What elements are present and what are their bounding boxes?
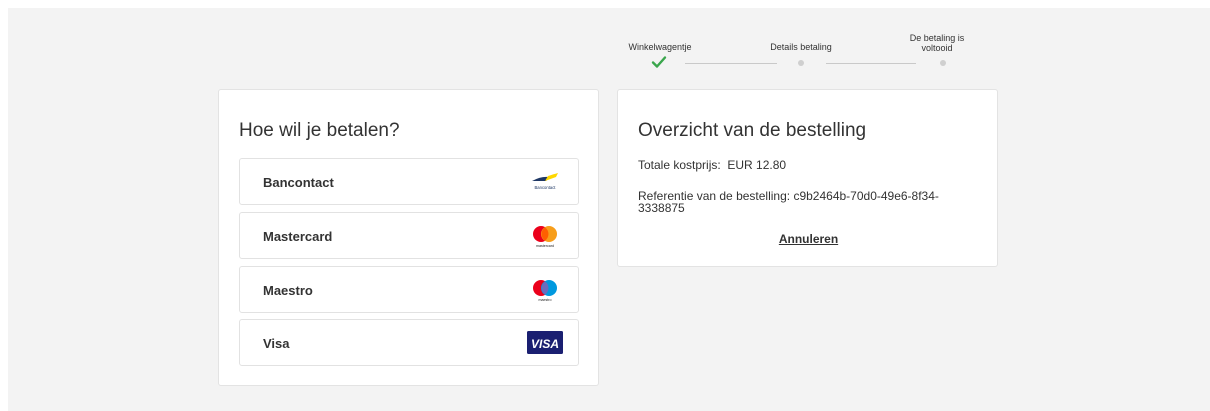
step-connector bbox=[826, 63, 916, 64]
step-cart-label: Winkelwagentje bbox=[628, 42, 692, 52]
bancontact-logo-icon: Bancontact bbox=[532, 173, 558, 190]
step-connector bbox=[685, 63, 777, 64]
page-background bbox=[8, 8, 1210, 411]
step-payment-details-label: Details betaling bbox=[770, 42, 832, 52]
visa-logo-icon: VISA bbox=[527, 331, 563, 354]
payment-option-label: Visa bbox=[263, 336, 290, 351]
total-price: Totale kostprijs: EUR 12.80 bbox=[638, 159, 786, 171]
payment-method-title: Hoe wil je betalen? bbox=[239, 120, 400, 141]
checkmark-icon bbox=[651, 56, 667, 68]
checkout-stepper: Winkelwagentje Details betaling De betal… bbox=[615, 22, 985, 72]
cancel-link[interactable]: Annuleren bbox=[618, 232, 999, 246]
step-payment-details-dot bbox=[798, 60, 804, 66]
payment-option-maestro[interactable]: Maestro maestro bbox=[239, 266, 579, 313]
step-payment-complete-dot bbox=[940, 60, 946, 66]
payment-option-mastercard[interactable]: Mastercard mastercard bbox=[239, 212, 579, 259]
payment-option-bancontact[interactable]: Bancontact Bancontact bbox=[239, 158, 579, 205]
payment-option-label: Maestro bbox=[263, 283, 313, 298]
order-summary-card: Overzicht van de bestelling Totale kostp… bbox=[617, 89, 998, 267]
svg-text:maestro: maestro bbox=[539, 298, 552, 302]
svg-text:mastercard: mastercard bbox=[536, 244, 554, 248]
maestro-logo-icon: maestro bbox=[533, 280, 557, 302]
payment-option-visa[interactable]: Visa VISA bbox=[239, 319, 579, 366]
total-price-label: Totale kostprijs: bbox=[638, 158, 721, 172]
mastercard-logo-icon: mastercard bbox=[533, 226, 557, 248]
order-summary-title: Overzicht van de bestelling bbox=[638, 120, 867, 141]
order-reference: Referentie van de bestelling: c9b2464b-7… bbox=[638, 190, 983, 214]
payment-method-card: Hoe wil je betalen? Bancontact Bancontac… bbox=[218, 89, 599, 386]
svg-text:Bancontact: Bancontact bbox=[535, 185, 557, 190]
step-payment-complete-label: De betaling is voltooid bbox=[909, 33, 965, 53]
svg-text:VISA: VISA bbox=[531, 337, 559, 351]
payment-option-label: Bancontact bbox=[263, 175, 334, 190]
payment-option-label: Mastercard bbox=[263, 229, 333, 244]
total-price-value: EUR 12.80 bbox=[727, 158, 787, 172]
